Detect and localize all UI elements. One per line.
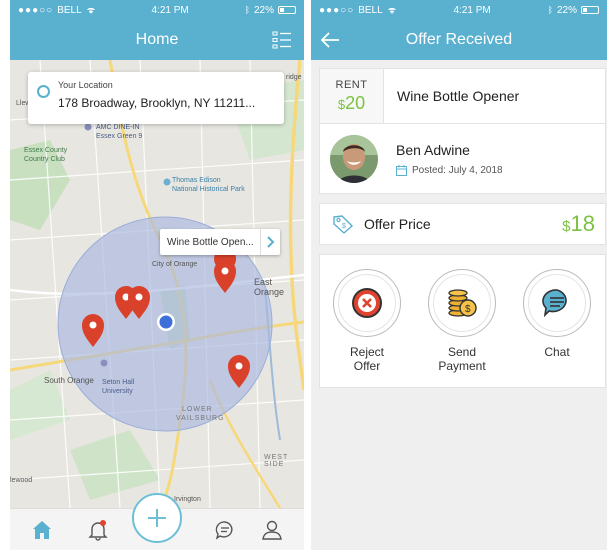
signal-icon: ●●●○○ [18,4,54,16]
location-address: 178 Broadway, Brooklyn, NY 11211... [58,96,256,110]
posted-date: Posted: July 4, 2018 [412,164,503,176]
avatar [330,134,378,183]
status-bar: ●●●○○ BELL 4:21 PM ᛒ 22% [10,0,304,20]
map-label: National Historical Park [172,186,245,193]
callout-text: Wine Bottle Open... [167,236,254,248]
time-label: 4:21 PM [453,4,491,16]
map-label: LOWER [182,406,213,413]
rent-price: $20 [338,93,365,114]
calendar-icon [396,164,407,176]
action-ring-inner [338,274,396,332]
price-tag-icon: $ [333,215,354,234]
svg-text:$: $ [342,223,346,230]
signal-icon: ●●●○○ [319,4,355,16]
chat-icon[interactable] [213,518,237,542]
list-menu-icon[interactable] [272,30,292,50]
bluetooth-icon: ᛒ [547,5,553,15]
location-label: Your Location [58,80,113,90]
map-label: lewood [10,477,33,484]
profile-icon[interactable] [260,518,284,542]
battery-label: 22% [253,4,274,16]
time-label: 4:21 PM [151,4,189,16]
wifi-icon [86,7,95,14]
action-ring-inner [528,274,586,332]
map-label: Seton Hall [102,379,135,386]
map-label: Thomas Edison [172,177,221,184]
rent-item-card[interactable]: RENT $20 Wine Bottle Opener [319,68,606,124]
reject-icon [352,288,382,318]
status-bar: ●●●○○ BELL 4:21 PM ᛒ 22% [311,0,607,20]
map-label: East Orange [254,277,285,297]
plus-icon [148,509,166,527]
bell-icon[interactable] [86,518,110,542]
item-callout[interactable]: Wine Bottle Open... [160,229,280,255]
send-payment-button[interactable]: $ Send Payment [417,269,507,373]
map-label: City of Orange [152,261,198,268]
map-view[interactable]: AMC DINE-IN Essex Green 9 Essex County C… [10,60,304,508]
reject-label-line1: Reject [349,345,384,359]
chat-label: Chat [544,345,569,359]
reject-label-line2: Offer [353,359,381,373]
send-label-line2: Payment [438,359,486,373]
rent-label: RENT [335,78,368,91]
carrier-label: BELL [358,4,383,16]
chat-bubble-icon [542,289,567,318]
home-screen: ●●●○○ BELL 4:21 PM ᛒ 22% Home AMC DINE-I… [10,0,304,550]
home-icon[interactable] [30,518,54,542]
wifi-icon [387,7,396,14]
action-ring: $ [428,269,496,337]
offer-actions-card: Reject Offer $ Send Payment Chat [319,254,606,388]
battery-icon [581,6,599,14]
offer-currency: $ [562,218,571,235]
chevron-right-icon[interactable] [260,229,280,255]
action-ring-inner: $ [433,274,491,332]
item-name: Wine Bottle Opener [397,88,520,104]
send-payment-label: Send Payment [438,345,485,373]
carrier-label: BELL [57,4,82,16]
offer-price-value: $18 [562,211,595,237]
user-name: Ben Adwine [396,141,470,158]
map-label: ridge [286,74,302,81]
map-label: VAILSBURG [176,415,225,422]
offer-amount: 18 [570,211,595,236]
action-ring [333,269,401,337]
reject-offer-button[interactable]: Reject Offer [322,269,412,373]
rent-price-box: RENT $20 [320,69,384,123]
user-card[interactable]: Ben Adwine Posted: July 4, 2018 [319,124,606,194]
offer-price-card: $ Offer Price $18 [319,203,606,245]
rent-currency: $ [337,96,346,112]
map-label: Irvington [174,496,201,503]
map-label: University [102,388,133,395]
back-arrow-icon[interactable] [319,29,341,51]
location-ring-icon [37,85,50,98]
reject-offer-label: Reject Offer [350,345,384,373]
map-label: Country Club [24,156,65,163]
chat-label-line1: Chat [544,345,570,359]
action-ring [523,269,591,337]
map-label: WEST SIDE [264,454,289,468]
offer-price-label: Offer Price [364,216,431,232]
map-label: South Orange [44,376,94,385]
rent-amount: 20 [345,92,366,113]
map-label: Essex County [24,147,68,154]
offer-navbar: Offer Received [311,20,607,60]
svg-text:$: $ [465,304,471,315]
page-title: Home [135,31,179,48]
battery-label: 22% [556,4,577,16]
add-button[interactable] [132,493,182,543]
chat-button[interactable]: Chat [512,269,602,359]
map-label: AMC DINE-IN [96,124,140,131]
tab-bar [10,493,304,550]
send-label-line1: Send [447,345,476,359]
offer-screen: ●●●○○ BELL 4:21 PM ᛒ 22% Offer Received … [311,0,607,550]
battery-icon [278,6,296,14]
bluetooth-icon: ᛒ [244,5,250,15]
coins-icon: $ [448,289,477,317]
location-card[interactable]: Your Location 178 Broadway, Brooklyn, NY… [28,72,284,124]
page-title: Offer Received [405,31,513,48]
home-navbar: Home [10,20,304,60]
map-label: Essex Green 9 [96,133,143,140]
